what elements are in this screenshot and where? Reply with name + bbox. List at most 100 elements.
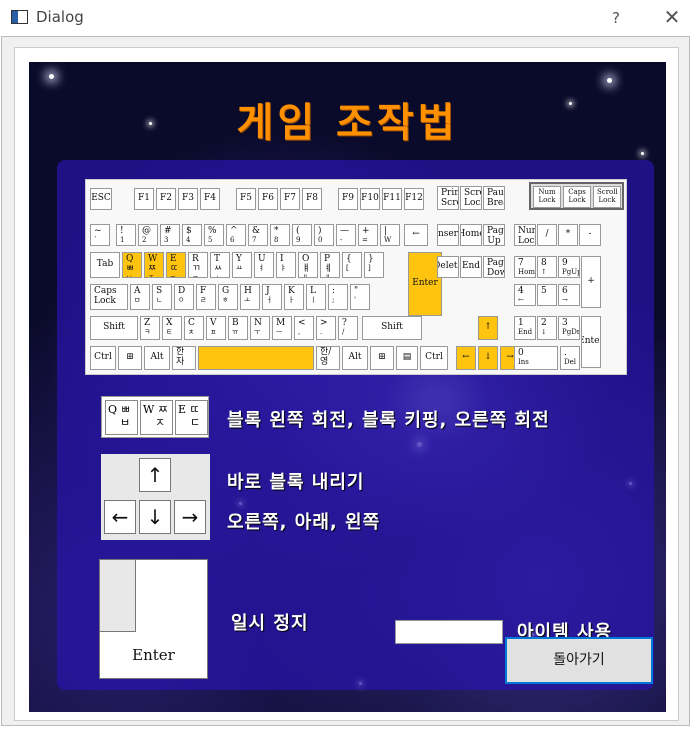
key-9: :; [328, 284, 348, 310]
key-f6: F6 [258, 188, 278, 210]
key-print-screen: Print Screen [437, 186, 459, 210]
key-T: T ㅆㅅ [210, 252, 230, 278]
key-f5: F5 [236, 188, 256, 210]
key-space [198, 346, 314, 370]
key-np1: 1 End [514, 316, 536, 340]
key-4: Gㅎ [218, 284, 238, 310]
key-4: Bㅠ [228, 316, 248, 340]
key-numlock: Num Lock [514, 224, 536, 246]
key-2: Cㅊ [184, 316, 204, 340]
key-insert: Insert [437, 224, 459, 246]
key-R: R ㄲㄱ [188, 252, 208, 278]
key-W: W ㅉㅈ [144, 252, 164, 278]
key-Y: Y ㅛ [232, 252, 252, 278]
key-1: Sㄴ [152, 284, 172, 310]
key-rctrl: Ctrl [420, 346, 448, 370]
key-down: ↓ [478, 346, 498, 370]
key-3: Vㅍ [206, 316, 226, 340]
key-E: E ㄸㄷ [166, 252, 186, 278]
key-scroll-lock: Scroll Lock [460, 186, 482, 210]
arrow-left-icon: ← [104, 500, 136, 534]
key-pagedown: Page Down [483, 256, 505, 278]
key-delete: Delete [437, 256, 459, 278]
item-key-field[interactable] [395, 620, 503, 644]
key-home: Home [460, 224, 482, 246]
key-np-add: + [581, 256, 601, 308]
w-key: W ㅉㅈ [140, 400, 173, 435]
arrow-down-icon: ↓ [139, 500, 171, 534]
key-num-8: * 8 [270, 224, 290, 246]
key-P: P ㅖㅔ [320, 252, 340, 278]
key-num-7: & 7 [248, 224, 268, 246]
key-f4: F4 [200, 188, 220, 210]
key-f1: F1 [134, 188, 154, 210]
lrd-description: 오른쪽, 아래, 왼쪽 [227, 512, 381, 533]
qwe-keys-image: Q ㅃㅂ W ㅉㅈ E ㄸㄷ [101, 396, 209, 438]
key-num-6: ^ 6 [226, 224, 246, 246]
key-}: } ] [364, 252, 384, 278]
key-np7: 7Home [514, 256, 536, 278]
key-num-10: ) 0 [314, 224, 334, 246]
key-np-mul: * [558, 224, 578, 246]
e-key: E ㄸㄷ [175, 400, 208, 435]
key-np-div: / [537, 224, 557, 246]
space-background: 게임 조작법 ESC F1 F2 F3 F4 F5 F6 F7 F8 F9 F10 F11 F12 Pri… [29, 62, 666, 712]
key-np2: 2 ↓ [537, 316, 557, 340]
key-1: Xㅌ [162, 316, 182, 340]
key-pageup: Page Up [483, 224, 505, 246]
key-lwin: ⊞ [118, 346, 142, 370]
key-f8: F8 [302, 188, 322, 210]
key-np4: 4 ← [514, 284, 536, 306]
key-np-sub: - [579, 224, 601, 246]
key-np-dot: . Del [560, 346, 580, 370]
key-np3: 3 PgDn [558, 316, 580, 340]
enter-key-image: Enter [99, 559, 208, 679]
key-num-3: #3 [160, 224, 180, 246]
key-pause: Pause Break [483, 186, 505, 210]
key-f12: F12 [404, 188, 424, 210]
key-ralt: Alt [342, 346, 368, 370]
key-0: Zㅋ [140, 316, 160, 340]
key-np-enter: Enter [581, 316, 601, 368]
key-I: I ㅑ [276, 252, 296, 278]
key-5: Hㅗ [240, 284, 260, 310]
lock-indicator-2: Scroll Lock [593, 186, 621, 208]
key-lctrl: Ctrl [90, 346, 116, 370]
back-button[interactable]: 돌아가기 [505, 637, 653, 684]
title-bar: Dialog ? ✕ [0, 0, 692, 36]
help-button[interactable]: ? [604, 6, 628, 30]
key-f11: F11 [382, 188, 402, 210]
key-rshift: Shift [362, 316, 422, 340]
game-title: 게임 조작법 [236, 100, 459, 146]
key-rwin: ⊞ [370, 346, 394, 370]
key-np0: 0 Ins [514, 346, 558, 370]
key-7: Kㅏ [284, 284, 304, 310]
key-tab: Tab [90, 252, 120, 278]
key-lshift: Shift [90, 316, 138, 340]
key-3: Fㄹ [196, 284, 216, 310]
key-f3: F3 [178, 188, 198, 210]
lock-indicators: Num Lock Caps Lock Scroll Lock [529, 182, 624, 210]
key-f9: F9 [338, 188, 358, 210]
window-title: Dialog [36, 8, 84, 26]
key-caps: Caps Lock [90, 284, 128, 310]
arrow-keys-image: ↑ ← ↓ → [101, 454, 210, 540]
key-num-0: ~ ` [90, 224, 110, 246]
key-up: ↑ [478, 316, 498, 340]
key-lalt: Alt [144, 346, 170, 370]
enter-description: 일시 정지 [231, 613, 309, 634]
key-num-13: | W [380, 224, 400, 246]
key-10: " ' [350, 284, 370, 310]
key-hanyeong: 한/영 [316, 346, 340, 370]
lock-indicator-1: Caps Lock [563, 186, 591, 208]
key-np8: 8 ↑ [537, 256, 557, 278]
key-num-12: + = [358, 224, 378, 246]
key-num-11: — - [336, 224, 356, 246]
key-menu: ▤ [396, 346, 418, 370]
key-9: ? / [338, 316, 358, 340]
arrow-right-icon: → [174, 500, 206, 534]
close-button[interactable]: ✕ [660, 6, 684, 30]
app-icon [11, 10, 28, 24]
qwe-description: 블록 왼쪽 회전, 블록 키핑, 오른쪽 회전 [227, 410, 550, 431]
key-{: { [ [342, 252, 362, 278]
